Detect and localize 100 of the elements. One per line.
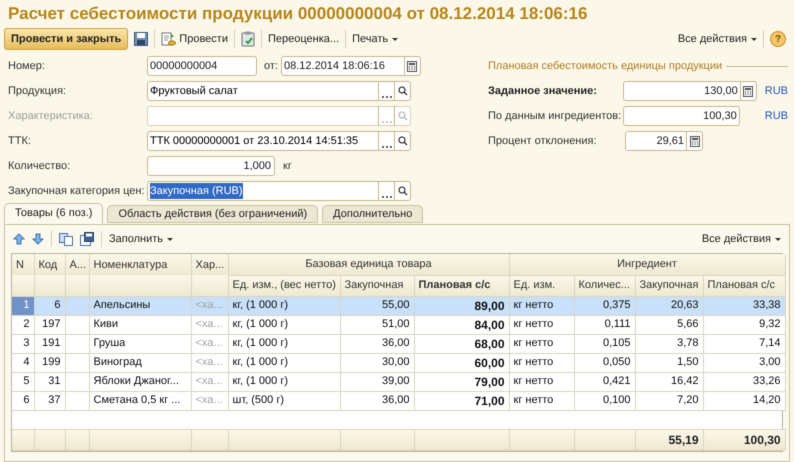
currency-link[interactable]: RUB [764,108,788,124]
column-header[interactable]: Ед. изм., (вес нетто) [228,275,340,296]
column-group-header: Базовая единица товара [228,254,510,275]
total-cell: 55,19 [635,429,704,450]
save-icon[interactable] [134,32,148,46]
quantity-field[interactable]: 1,000 [147,156,275,176]
table-row[interactable]: 2 197 Киви <ха... кг, (1 000 г) 51,00 84,00 кг нетто 0,111 5,66 9,32 [12,315,786,334]
table-cell: 0,105 [574,334,636,353]
table-row[interactable]: 3 191 Груша <ха... кг, (1 000 г) 36,00 68,00 кг нетто 0,105 3,78 7,14 [12,334,786,353]
table-cell: 55,00 [340,296,414,315]
search-icon [398,86,408,96]
caret-icon [392,38,398,40]
table-cell: Апельсины [89,296,191,315]
tab[interactable]: Область действия (без ограничений) [107,205,318,223]
table-cell: <ха... [191,372,228,391]
table-cell: кг нетто [509,391,574,410]
all-actions-button[interactable]: Все действия [678,30,757,48]
choose-button[interactable] [378,131,394,151]
table-cell: 6 [34,296,65,315]
column-header[interactable]: Хар... [191,254,228,296]
column-header[interactable]: Плановая с/с [703,275,786,296]
table-cell: 0,421 [574,372,636,391]
search-button[interactable] [394,181,410,201]
caret-icon [167,238,174,240]
field-label: Характеристика: [8,108,94,124]
clipboard-check-icon[interactable] [240,31,255,47]
column-header[interactable]: N [12,254,34,296]
post-button[interactable]: Провести [161,30,228,48]
table-cell: 20,63 [635,296,704,315]
table-cell: 1,50 [635,353,704,372]
column-header[interactable]: Плановая с/с [414,275,510,296]
table-cell: 0,111 [574,315,636,334]
calculator-button[interactable] [740,81,756,101]
input-field[interactable]: Закупочная (RUB) [147,181,411,201]
field-label: Количество: [8,158,72,174]
currency-link[interactable]: RUB [764,82,788,100]
column-header[interactable]: Код [34,254,65,296]
tab[interactable]: Дополнительно [322,205,424,223]
fill-menu-button[interactable]: Заполнить [109,230,174,248]
table-cell: 3,00 [703,353,786,372]
all-actions-button[interactable]: Все действия [702,230,781,248]
tab[interactable]: Товары (6 поз.) [4,203,104,224]
table-cell: 6 [12,391,34,410]
help-button[interactable]: ? [770,31,786,47]
search-icon [398,136,408,146]
field-label: Заданное значение: [488,84,598,99]
search-button[interactable] [394,81,410,101]
table-cell: кг нетто [509,315,574,334]
table-cell: 14,20 [703,391,786,410]
field-label: Процент отклонения: [488,134,598,149]
table-cell: 0,375 [574,296,636,315]
table-row[interactable]: 4 199 Виноград <ха... кг, (1 000 г) 30,00 60,00 кг нетто 0,050 1,50 3,00 [12,353,786,372]
table-cell: Груша [89,334,191,353]
search-button[interactable] [394,131,410,151]
copy-icon[interactable] [59,232,73,246]
choose-button[interactable] [378,81,394,101]
print-menu-button[interactable]: Печать [352,30,398,48]
column-header[interactable]: Закупочная [340,275,414,296]
table-cell: 7,20 [635,391,704,410]
table-cell: 2 [12,315,34,334]
amount-field[interactable]: 130,00 [623,81,757,101]
post-and-close-button[interactable]: Провести и закрыть [4,28,128,50]
table-cell: Виноград [89,353,191,372]
window-title: Расчет себестоимости продукции 00000000004 от 08.12.2014 18:06:16 [7,3,588,25]
table-cell: 3 [12,334,34,353]
table-cell: кг, (1 000 г) [228,334,340,353]
calculator-button[interactable] [686,131,702,151]
calculator-icon [743,86,754,96]
table-cell: 5 [12,372,34,391]
amount-field[interactable]: 29,61 [625,131,703,151]
column-header[interactable]: Закупочная [635,275,704,296]
column-header[interactable]: Ед. изм. [509,275,574,296]
column-header[interactable]: Номенклатура [89,254,191,296]
input-field[interactable]: ТТК 00000000001 от 23.10.2014 14:51:35 [147,131,411,151]
table-row[interactable]: 1 6 Апельсины <ха... кг, (1 000 г) 55,00 89,00 кг нетто 0,375 20,63 33,38 [12,296,786,315]
column-header[interactable]: Количес... [574,275,636,296]
column-header[interactable]: А... [65,254,89,296]
revaluation-button[interactable]: Переоценка... [268,30,340,48]
number-field[interactable]: 00000000004 [147,56,257,76]
table-cell: кг нетто [509,353,574,372]
table-row[interactable]: 5 31 Яблоки Джаног... <ха... кг, (1 000 г) 39,00 79,00 кг нетто 0,421 16,42 33,26 [12,372,786,391]
input-field[interactable]: Фруктовый салат [147,81,411,101]
field-label: По данным ингредиентов: [488,108,622,124]
save-list-icon[interactable] [80,232,94,246]
up-arrow-icon[interactable] [13,233,25,245]
choose-button[interactable] [378,181,394,201]
table-cell: 191 [34,334,65,353]
down-arrow-icon[interactable] [32,233,44,245]
table-cell: <ха... [191,353,228,372]
unit-label: кг [283,158,292,174]
table-cell: кг нетто [509,372,574,391]
document-coins-icon [161,32,176,46]
table-cell: 0,100 [574,391,636,410]
table-cell: 37 [34,391,65,410]
table-cell: 68,00 [414,334,510,353]
table-row[interactable]: 6 37 Сметана 0,5 кг ... <ха... шт, (500 г) 36,00 71,00 кг нетто 0,100 7,20 14,20 [12,391,786,410]
table-cell: 16,42 [635,372,704,391]
table-cell: Киви [89,315,191,334]
table-cell: 4 [12,353,34,372]
amount-field[interactable]: 100,30 [623,106,740,126]
